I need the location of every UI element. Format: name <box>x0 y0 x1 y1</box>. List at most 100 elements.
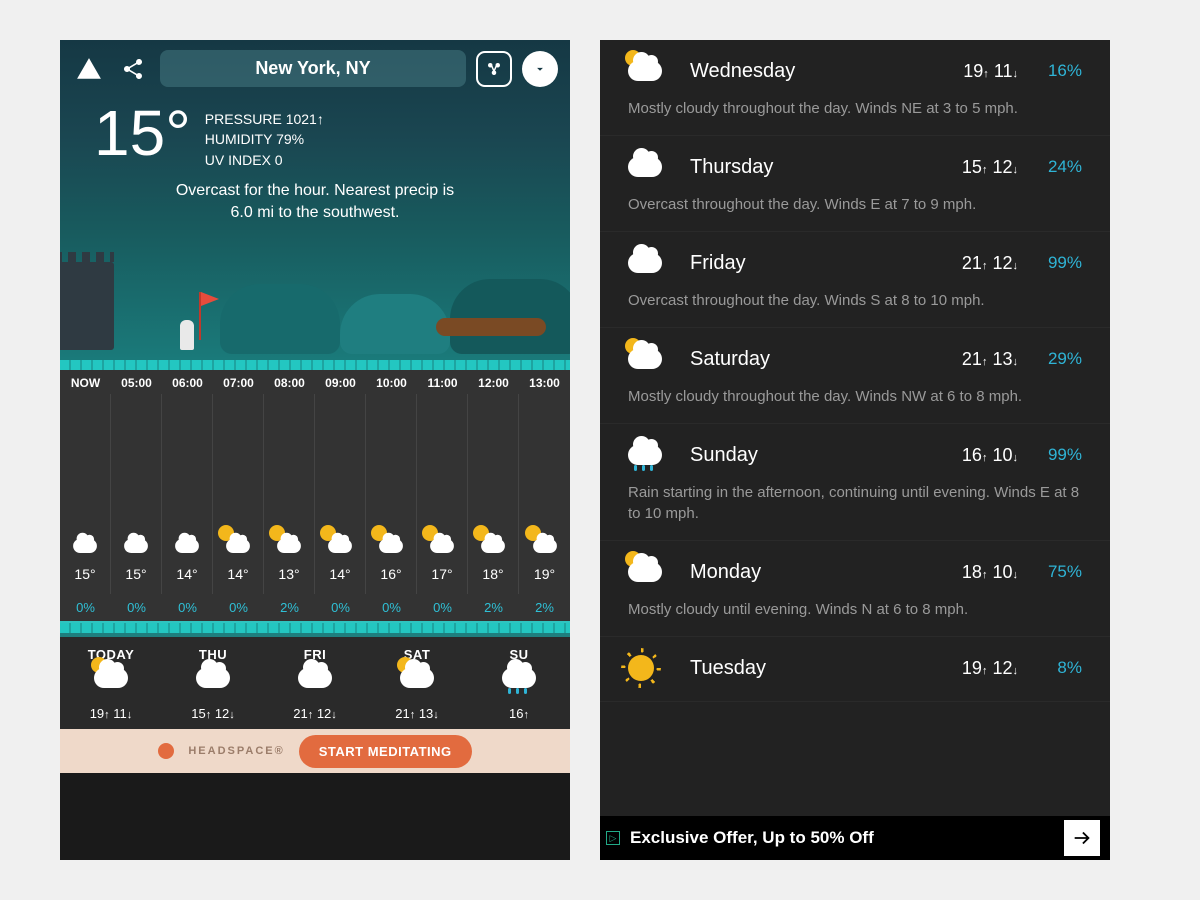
hourly-column[interactable]: 13° <box>264 394 315 594</box>
hourly-temp: 16° <box>380 566 401 582</box>
hourly-temp: 15° <box>125 566 146 582</box>
ad-banner-headspace[interactable]: HEADSPACE® START MEDITATING <box>60 729 570 773</box>
adchoices-icon[interactable]: ▷ <box>606 831 620 845</box>
hourly-column[interactable]: 14° <box>315 394 366 594</box>
day-hi-lo: 21 13 <box>962 349 1018 370</box>
day-name: Monday <box>690 561 942 584</box>
daily-list-item[interactable]: Monday 18 10 75% Mostly cloudy until eve… <box>600 541 1110 637</box>
location-pill[interactable]: New York, NY <box>160 50 466 87</box>
current-stats: PRESSURE 1021↑ HUMIDITY 79% UV INDEX 0 <box>205 101 324 170</box>
hourly-temp: 14° <box>329 566 350 582</box>
day-temps: 21 13 <box>366 706 468 721</box>
ad-brand-label: HEADSPACE® <box>188 745 284 757</box>
day-precip-pct: 16% <box>1038 61 1082 81</box>
day-description: Mostly cloudy throughout the day. Winds … <box>628 386 1082 407</box>
current-temperature: 15° <box>94 101 191 165</box>
cloud-icon <box>298 668 332 688</box>
dropdown-button[interactable] <box>522 51 558 87</box>
humidity-value: HUMIDITY 79% <box>205 129 324 149</box>
hour-label: 05:00 <box>111 376 162 390</box>
day-precip-pct: 8% <box>1038 658 1082 678</box>
alert-icon[interactable] <box>72 52 106 86</box>
cloud-icon <box>124 539 148 553</box>
hour-label: 06:00 <box>162 376 213 390</box>
hourly-column[interactable]: 15° <box>111 394 162 594</box>
rain-icon <box>634 465 653 471</box>
flag-icon <box>201 292 219 306</box>
sun-icon <box>628 655 654 681</box>
hourly-column[interactable]: 19° <box>519 394 570 594</box>
hourly-time-labels: NOW05:0006:0007:0008:0009:0010:0011:0012… <box>60 370 570 394</box>
cloud-icon <box>628 253 662 273</box>
top-bar: New York, NY <box>60 40 570 97</box>
cloud-icon <box>628 349 662 369</box>
daily-strip-item[interactable]: SAT 21 13 <box>366 647 468 721</box>
hour-label: 09:00 <box>315 376 366 390</box>
hourly-column[interactable]: 15° <box>60 394 111 594</box>
phone-screen-daily-list: Wednesday 19 11 16% Mostly cloudy throug… <box>600 40 1110 860</box>
hourly-column[interactable]: 14° <box>213 394 264 594</box>
cloud-icon <box>481 539 505 553</box>
daily-list-item[interactable]: Sunday 16 10 99% Rain starting in the af… <box>600 424 1110 541</box>
ad-offer-text: Exclusive Offer, Up to 50% Off <box>630 828 1054 848</box>
hourly-temp: 18° <box>482 566 503 582</box>
day-temps: 21 12 <box>264 706 366 721</box>
daily-list-item[interactable]: Wednesday 19 11 16% Mostly cloudy throug… <box>600 40 1110 136</box>
daily-forecast-strip[interactable]: TODAY 19 11 THU 15 12 FRI 21 12 SAT 21 1… <box>60 633 570 729</box>
daily-forecast-list[interactable]: Wednesday 19 11 16% Mostly cloudy throug… <box>600 40 1110 816</box>
day-precip-pct: 99% <box>1038 253 1082 273</box>
daily-list-item[interactable]: Thursday 15 12 24% Overcast throughout t… <box>600 136 1110 232</box>
illustration-scene <box>60 260 570 360</box>
day-temps: 16 <box>468 706 570 721</box>
daily-strip-item[interactable]: FRI 21 12 <box>264 647 366 721</box>
day-precip-pct: 29% <box>1038 349 1082 369</box>
widgets-icon[interactable] <box>476 51 512 87</box>
day-description: Rain starting in the afternoon, continui… <box>628 482 1082 524</box>
hourly-columns: 15° 15° 14° 14° 13° <box>60 394 570 594</box>
daily-strip-item[interactable]: THU 15 12 <box>162 647 264 721</box>
cloud-icon <box>533 539 557 553</box>
hourly-column[interactable]: 18° <box>468 394 519 594</box>
phone-screen-main: New York, NY 15° PRESSURE 1021↑ HUMIDITY… <box>60 40 570 860</box>
day-name: Sunday <box>690 444 942 467</box>
day-hi-lo: 19 11 <box>963 61 1018 82</box>
hourly-precip: 0% <box>366 600 417 615</box>
share-icon[interactable] <box>116 52 150 86</box>
hourly-column[interactable]: 16° <box>366 394 417 594</box>
pressure-value: PRESSURE 1021↑ <box>205 109 324 129</box>
hourly-temp: 14° <box>176 566 197 582</box>
hourly-precip: 0% <box>315 600 366 615</box>
knight-icon <box>180 320 194 350</box>
cloud-icon <box>73 539 97 553</box>
cloud-icon <box>196 668 230 688</box>
daily-list-item[interactable]: Saturday 21 13 29% Mostly cloudy through… <box>600 328 1110 424</box>
daily-strip-item[interactable]: SU 16 <box>468 647 570 721</box>
hourly-temp: 17° <box>431 566 452 582</box>
ad-go-button[interactable] <box>1064 820 1100 856</box>
cloud-icon <box>277 539 301 553</box>
cloud-icon <box>328 539 352 553</box>
day-precip-pct: 99% <box>1038 445 1082 465</box>
day-precip-pct: 24% <box>1038 157 1082 177</box>
hour-label: NOW <box>60 376 111 390</box>
hourly-column[interactable]: 14° <box>162 394 213 594</box>
ad-cta-button[interactable]: START MEDITATING <box>299 735 472 768</box>
hour-label: 08:00 <box>264 376 315 390</box>
ad-banner-offer[interactable]: ▷ Exclusive Offer, Up to 50% Off <box>600 816 1110 860</box>
cloud-icon <box>400 668 434 688</box>
rain-icon <box>508 688 527 694</box>
daily-list-item[interactable]: Tuesday 19 12 8% <box>600 637 1110 702</box>
daily-list-item[interactable]: Friday 21 12 99% Overcast throughout the… <box>600 232 1110 328</box>
hourly-temp: 19° <box>534 566 555 582</box>
water-divider <box>60 360 570 370</box>
hourly-column[interactable]: 17° <box>417 394 468 594</box>
hourly-temp: 14° <box>227 566 248 582</box>
hourly-forecast[interactable]: NOW05:0006:0007:0008:0009:0010:0011:0012… <box>60 370 570 621</box>
hour-label: 07:00 <box>213 376 264 390</box>
headspace-logo-icon <box>158 743 174 759</box>
daily-strip-item[interactable]: TODAY 19 11 <box>60 647 162 721</box>
day-hi-lo: 19 12 <box>962 658 1018 679</box>
hourly-precip: 2% <box>468 600 519 615</box>
cloud-icon <box>628 157 662 177</box>
hourly-precip: 0% <box>60 600 111 615</box>
